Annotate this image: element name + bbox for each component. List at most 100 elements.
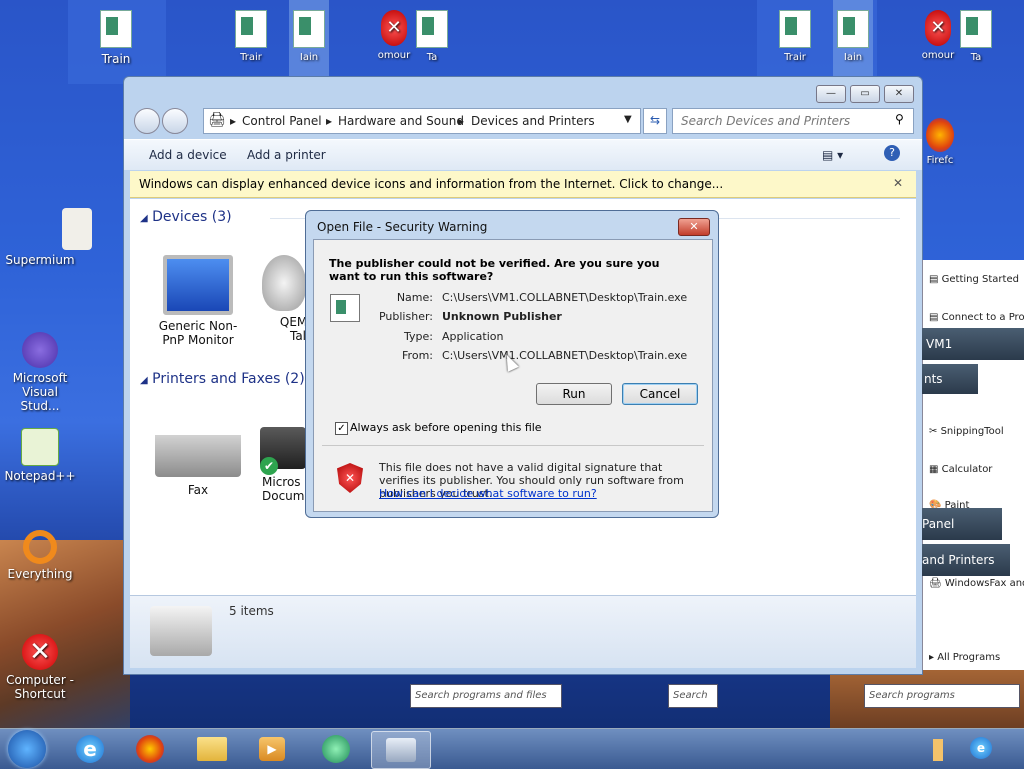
start-item-snipping-tool[interactable]: ✂ SnippingTool	[929, 426, 1004, 437]
desktop-icon-notepadpp[interactable]: Notepad++	[0, 428, 80, 483]
desktop-icon-iain-2[interactable]: Iain	[833, 0, 873, 84]
desktop-icon-everything[interactable]: Everything	[0, 530, 80, 581]
start-item-windows-fax[interactable]: 🖨 WindowsFax and	[929, 578, 1024, 589]
checkmark-icon: ✔	[260, 457, 278, 475]
breadcrumb-hardware-sound[interactable]: Hardware and Sound	[338, 114, 464, 128]
taskbar: e ▶ e	[0, 728, 1024, 769]
start-item-getting-started[interactable]: ▤ Getting Started	[929, 274, 1019, 285]
help-icon[interactable]: ?	[884, 145, 900, 161]
desktop-icon-error-2[interactable]: ✕ omour	[918, 0, 958, 61]
folder-icon	[197, 737, 227, 761]
all-programs-button[interactable]: ▸ All Programs	[929, 652, 1000, 663]
dialog-question: The publisher could not be verified. Are…	[329, 257, 660, 283]
search-icon[interactable]: ⚲	[895, 112, 904, 126]
device-microsoft-document-writer[interactable]: ✔ Micros Docume	[258, 427, 306, 503]
taskbar-app[interactable]	[312, 731, 360, 767]
desktop-icon-trair-2[interactable]: Trair	[775, 0, 815, 63]
desktop-icon-ta[interactable]: Ta	[412, 0, 452, 63]
error-icon: ✕	[381, 10, 407, 46]
start-devices-printers[interactable]: and Printers	[922, 544, 1010, 576]
back-button[interactable]	[134, 108, 160, 134]
collapse-icon: ◢	[140, 375, 148, 386]
desktop-icon-label: Train	[101, 52, 131, 66]
shield-warning-icon: ✕	[337, 463, 363, 493]
desktop-icon-error[interactable]: ✕ omour	[374, 0, 414, 61]
devices-section-header[interactable]: ◢ Devices (3)	[140, 209, 232, 225]
run-button[interactable]: Run	[536, 383, 612, 405]
taskbar-ie[interactable]: e	[66, 731, 114, 767]
start-documents[interactable]: nts	[922, 364, 978, 394]
add-printer-button[interactable]: Add a printer	[247, 148, 326, 162]
desktop-icon-trair[interactable]: Trair	[231, 0, 271, 63]
taskbar-devices-printers[interactable]	[371, 731, 431, 769]
desktop-icon-label: Trair	[240, 52, 262, 63]
start-search-input-3[interactable]: Search programs	[864, 684, 1020, 708]
taskbar-ie-2[interactable]: e	[966, 731, 996, 767]
start-button[interactable]	[8, 730, 46, 768]
desktop-icon-label: Ta	[970, 52, 982, 63]
breadcrumb-control-panel[interactable]: Control Panel	[242, 114, 322, 128]
start-control-panel[interactable]: Panel	[922, 508, 1002, 540]
desktop-icon-visual-studio[interactable]: Microsoft Visual Stud...	[0, 332, 80, 413]
desktop-icon-computer-shortcut[interactable]: ✕ Computer - Shortcut	[0, 634, 80, 701]
desktop-icon-supermium[interactable]: Supermium	[0, 208, 92, 267]
close-icon[interactable]: ✕	[893, 176, 903, 190]
start-search-input-2[interactable]: Search	[668, 684, 718, 708]
start-user-vm1[interactable]: VM1	[922, 328, 1024, 360]
device-label: Fax	[187, 483, 209, 497]
ie-icon: e	[970, 737, 992, 759]
desktop-icon-iain[interactable]: Iain	[289, 0, 329, 84]
device-monitor[interactable]: Generic Non-PnP Monitor	[148, 255, 248, 347]
monitor-icon	[163, 255, 233, 315]
mouse-icon	[262, 255, 306, 311]
printers-section-header[interactable]: ◢ Printers and Faxes (2)	[140, 371, 305, 387]
always-ask-label[interactable]: Always ask before opening this file	[350, 421, 542, 434]
taskbar-explorer[interactable]	[188, 731, 236, 767]
device-label: Micros Docume	[262, 475, 306, 503]
breadcrumb-devices-printers[interactable]: Devices and Printers	[471, 114, 595, 128]
visual-studio-icon	[22, 332, 58, 368]
media-player-icon: ▶	[259, 737, 285, 761]
help-link[interactable]: How can I decide what software to run?	[379, 487, 597, 500]
search-box[interactable]: Search Devices and Printers ⚲	[672, 108, 914, 134]
info-bar[interactable]: Windows can display enhanced device icon…	[130, 171, 916, 198]
collapse-icon: ◢	[140, 213, 148, 224]
chevron-down-icon[interactable]: ▼	[624, 114, 632, 125]
device-fax[interactable]: Fax	[148, 417, 248, 497]
desktop-icon-label: Microsoft Visual Stud...	[12, 371, 68, 413]
desktop-icon-label: Computer - Shortcut	[6, 673, 74, 701]
taskbar-media-player[interactable]: ▶	[248, 731, 296, 767]
desktop-icon-train[interactable]: Train	[96, 0, 136, 66]
always-ask-checkbox[interactable]: ✓	[335, 422, 348, 435]
desktop-icon-firefox[interactable]: Firefc	[920, 118, 960, 166]
type-value: Application	[442, 330, 504, 343]
search-input[interactable]: Search Devices and Printers	[681, 114, 850, 128]
forward-button[interactable]	[162, 108, 188, 134]
dialog-close-button[interactable]: ✕	[678, 218, 710, 236]
taskbar-tray-item[interactable]	[928, 731, 948, 767]
taskbar-firefox[interactable]	[126, 731, 174, 767]
start-search-input[interactable]: Search programs and files	[410, 684, 562, 708]
fax-icon	[155, 417, 241, 477]
device-qemu-tablet[interactable]: QEMU Tal	[250, 255, 310, 343]
devices-printers-icon	[386, 738, 416, 762]
close-button[interactable]: ✕	[884, 85, 914, 103]
view-options-icon[interactable]: ▤ ▾	[822, 148, 843, 162]
supermium-icon	[62, 208, 92, 250]
start-item-calculator[interactable]: ▦ Calculator	[929, 464, 992, 475]
minimize-button[interactable]: —	[816, 85, 846, 103]
start-item-connect-projector[interactable]: ▤ Connect to a Proj	[929, 312, 1024, 323]
desktop-icon-ta-2[interactable]: Ta	[956, 0, 996, 63]
divider	[322, 445, 704, 446]
refresh-icon[interactable]: ⇆	[643, 108, 667, 134]
from-label: From:	[402, 349, 433, 362]
address-bar[interactable]: 🖨 ▸ Control Panel ▸ Hardware and Sound ▸…	[203, 108, 641, 134]
desktop-icon-label: omour	[377, 50, 411, 61]
start-menu-partial: ▤ Getting Started ▤ Connect to a Proj ✂ …	[922, 260, 1024, 670]
maximize-button[interactable]: ▭	[850, 85, 880, 103]
chevron-right-icon: ▸	[458, 114, 465, 128]
add-device-button[interactable]: Add a device	[149, 148, 227, 162]
control-panel-icon: 🖨	[208, 112, 226, 128]
app-icon	[779, 10, 811, 48]
cancel-button[interactable]: Cancel	[622, 383, 698, 405]
